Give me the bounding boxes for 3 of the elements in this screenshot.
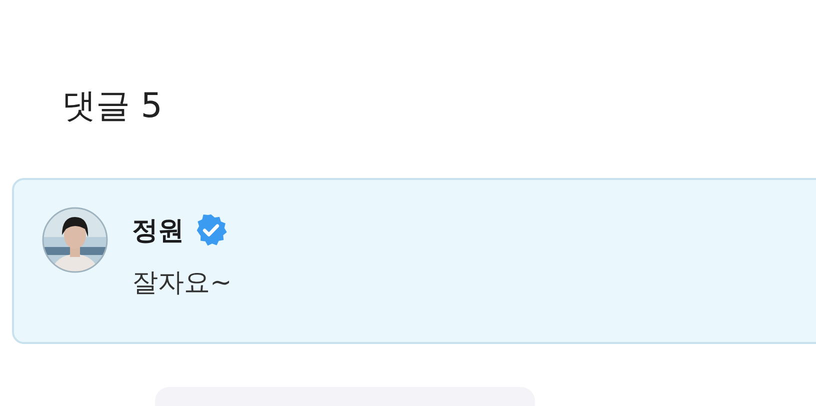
author-name: 정원: [132, 214, 184, 248]
comment-text: 잘자요~: [132, 267, 232, 300]
comments-heading: 댓글 5: [61, 85, 164, 128]
